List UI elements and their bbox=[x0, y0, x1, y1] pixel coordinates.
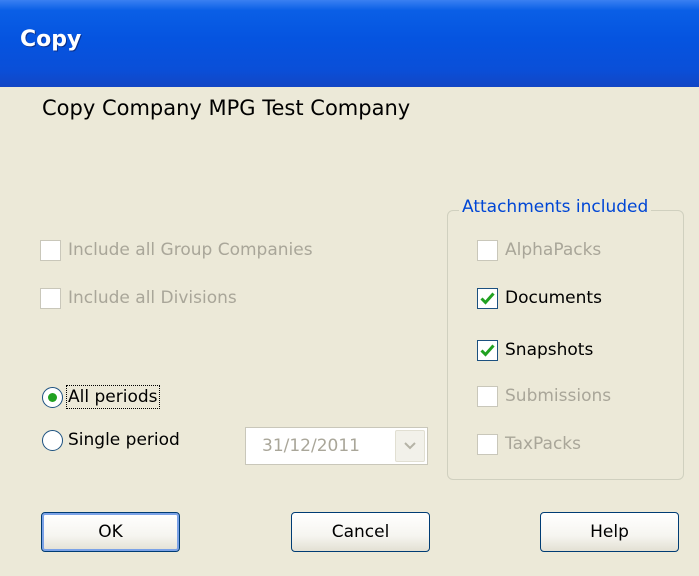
title-bar[interactable]: Copy bbox=[0, 0, 699, 87]
checkbox-box[interactable] bbox=[477, 239, 498, 261]
radio-selected-icon[interactable] bbox=[42, 386, 63, 408]
checkbox-label: AlphaPacks bbox=[505, 240, 602, 260]
single-period-radio[interactable]: Single period bbox=[42, 425, 180, 455]
ok-button[interactable]: OK bbox=[41, 512, 180, 552]
window-title: Copy bbox=[20, 27, 82, 52]
include-divisions-checkbox[interactable]: Include all Divisions bbox=[40, 284, 237, 312]
help-button[interactable]: Help bbox=[540, 512, 679, 552]
attachment-submissions-checkbox[interactable]: Submissions bbox=[477, 382, 611, 410]
cancel-button[interactable]: Cancel bbox=[291, 512, 430, 552]
attachments-group-title: Attachments included bbox=[459, 197, 652, 217]
checkbox-label: Include all Divisions bbox=[68, 288, 237, 308]
checkbox-box[interactable] bbox=[477, 433, 498, 455]
period-date-value: 31/12/2011 bbox=[262, 436, 360, 456]
attachment-snapshots-checkbox[interactable]: Snapshots bbox=[477, 336, 593, 364]
dialog-heading: Copy Company MPG Test Company bbox=[42, 96, 411, 120]
single-period-label: Single period bbox=[68, 430, 180, 450]
checkbox-label: Documents bbox=[505, 288, 602, 308]
checkbox-box[interactable] bbox=[477, 385, 498, 407]
checkbox-box[interactable] bbox=[40, 287, 61, 309]
radio-unselected-icon[interactable] bbox=[42, 429, 63, 451]
checkbox-box[interactable] bbox=[477, 339, 498, 361]
checkbox-label: Submissions bbox=[505, 386, 612, 406]
all-periods-radio[interactable]: All periods bbox=[42, 382, 160, 412]
checkbox-box[interactable] bbox=[477, 287, 498, 309]
chevron-down-icon[interactable] bbox=[395, 430, 425, 462]
checkbox-label: Include all Group Companies bbox=[68, 240, 313, 260]
checkbox-label: TaxPacks bbox=[505, 434, 582, 454]
check-icon bbox=[480, 344, 495, 357]
attachment-documents-checkbox[interactable]: Documents bbox=[477, 284, 602, 312]
all-periods-label: All periods bbox=[66, 385, 160, 409]
checkbox-label: Snapshots bbox=[505, 340, 594, 360]
attachment-alphapacks-checkbox[interactable]: AlphaPacks bbox=[477, 236, 601, 264]
attachment-taxpacks-checkbox[interactable]: TaxPacks bbox=[477, 430, 581, 458]
check-icon bbox=[480, 292, 495, 305]
checkbox-box[interactable] bbox=[40, 239, 61, 261]
include-group-companies-checkbox[interactable]: Include all Group Companies bbox=[40, 236, 313, 264]
period-date-combobox[interactable]: 31/12/2011 bbox=[245, 427, 428, 465]
